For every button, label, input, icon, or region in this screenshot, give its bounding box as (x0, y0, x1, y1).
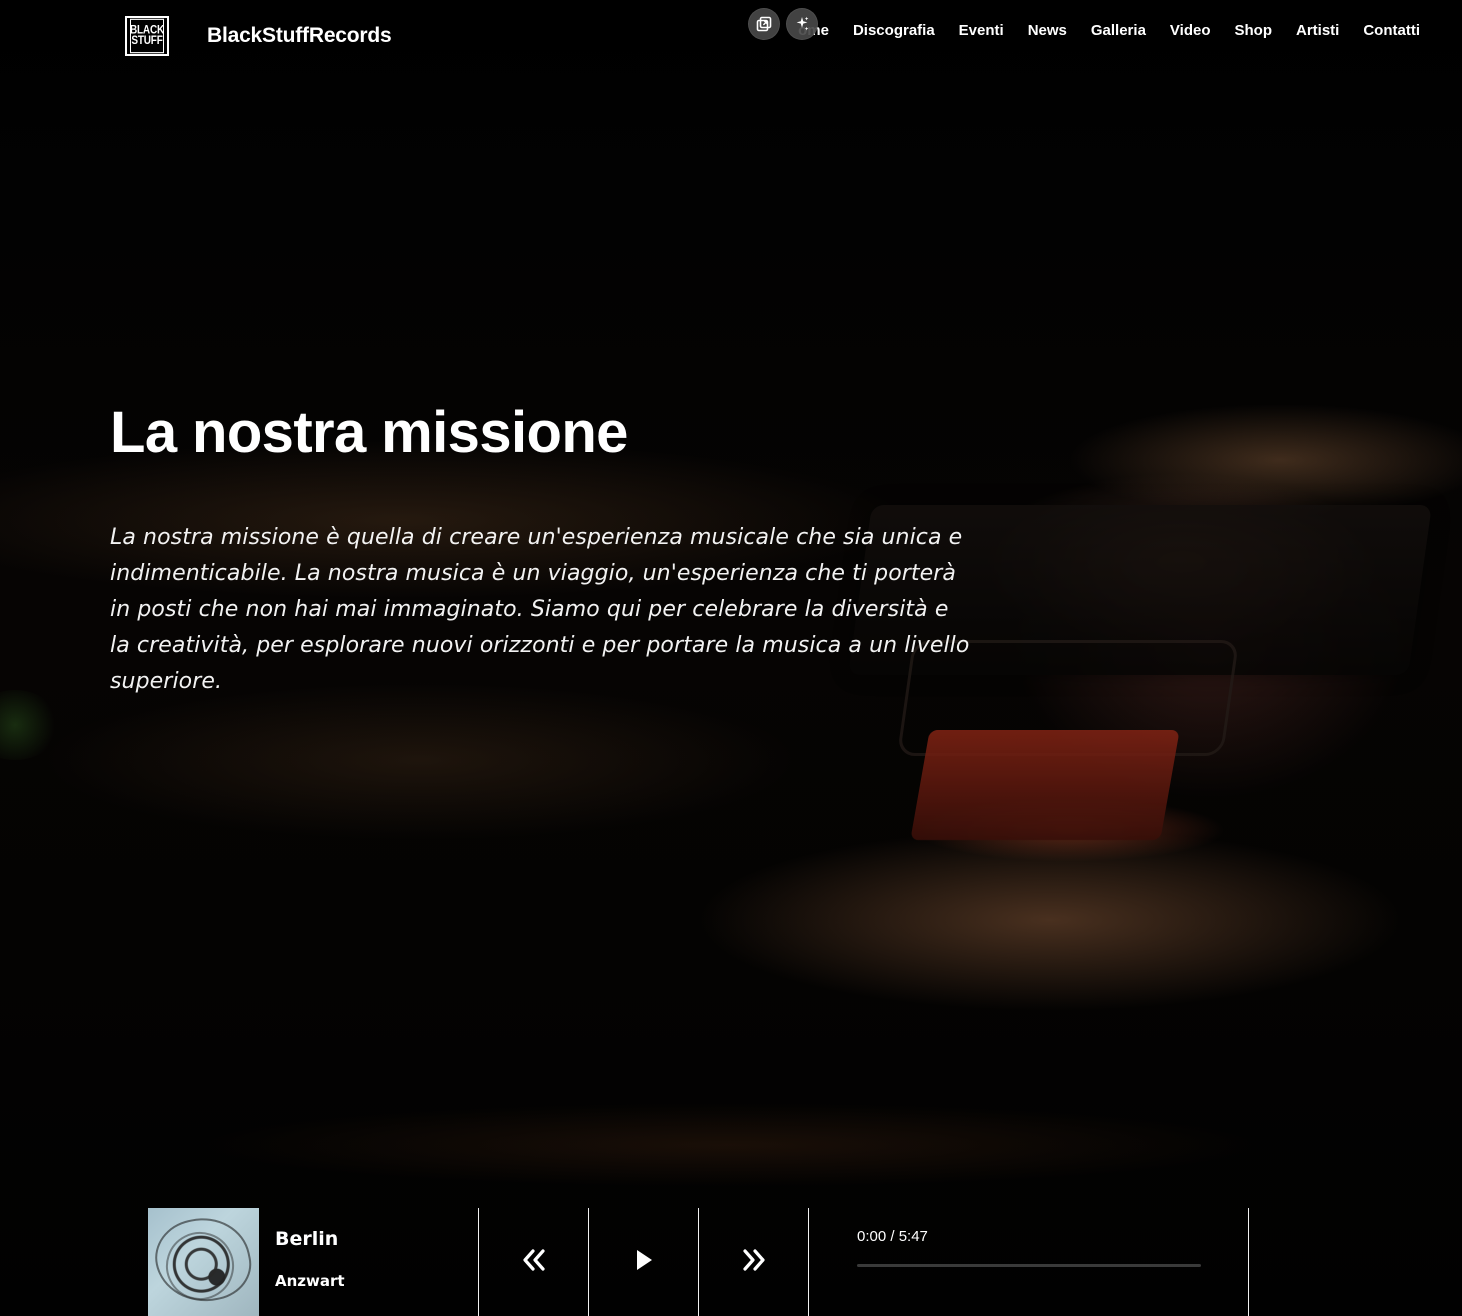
nav-eventi[interactable]: Eventi (959, 22, 1004, 39)
site-header: BLACK STUFF BlackStuffRecords ome Discog… (0, 0, 1462, 74)
nav-news[interactable]: News (1028, 22, 1067, 39)
next-track-button[interactable] (699, 1208, 809, 1316)
logo-mark: BLACK STUFF (130, 18, 164, 54)
progress-bar[interactable] (857, 1264, 1201, 1267)
play-button[interactable] (589, 1208, 699, 1316)
playback-time: 0:00 / 5:47 (857, 1228, 928, 1245)
hero-section: La nostra missione La nostra missione è … (110, 400, 970, 700)
brand-name[interactable]: BlackStuffRecords (207, 24, 392, 48)
nav-discografia[interactable]: Discografia (853, 22, 935, 39)
double-chevron-left-icon (521, 1247, 547, 1277)
sparkles-button[interactable] (786, 8, 818, 40)
page: BLACK STUFF BlackStuffRecords ome Discog… (0, 0, 1462, 1316)
copy-window-icon (756, 16, 772, 32)
copy-window-button[interactable] (748, 8, 780, 40)
album-art (148, 1208, 259, 1316)
double-chevron-right-icon (741, 1247, 767, 1277)
nav-artisti[interactable]: Artisti (1296, 22, 1339, 39)
audio-player: Berlin Anzwart 0:00 / 5:47 (148, 1208, 1249, 1316)
hero-description: La nostra missione è quella di creare un… (110, 525, 970, 694)
track-artist: Anzwart (275, 1272, 345, 1290)
nav-contatti[interactable]: Contatti (1363, 22, 1420, 39)
nav-galleria[interactable]: Galleria (1091, 22, 1146, 39)
logo[interactable]: BLACK STUFF (125, 16, 169, 56)
sparkles-icon (793, 15, 811, 33)
turntable-base-image (910, 730, 1180, 840)
logo-text-stuff: STUFF (131, 34, 163, 48)
track-info: Berlin Anzwart (259, 1208, 478, 1316)
main-navigation: ome Discografia Eventi News Galleria Vid… (798, 22, 1420, 39)
nav-shop[interactable]: Shop (1235, 22, 1273, 39)
track-title: Berlin (275, 1228, 339, 1250)
page-title: La nostra missione (110, 400, 628, 465)
nav-video[interactable]: Video (1170, 22, 1211, 39)
player-controls (478, 1208, 809, 1316)
floating-actions (748, 8, 818, 40)
playback-progress-area: 0:00 / 5:47 (809, 1208, 1249, 1316)
previous-track-button[interactable] (479, 1208, 589, 1316)
play-icon (633, 1248, 655, 1276)
